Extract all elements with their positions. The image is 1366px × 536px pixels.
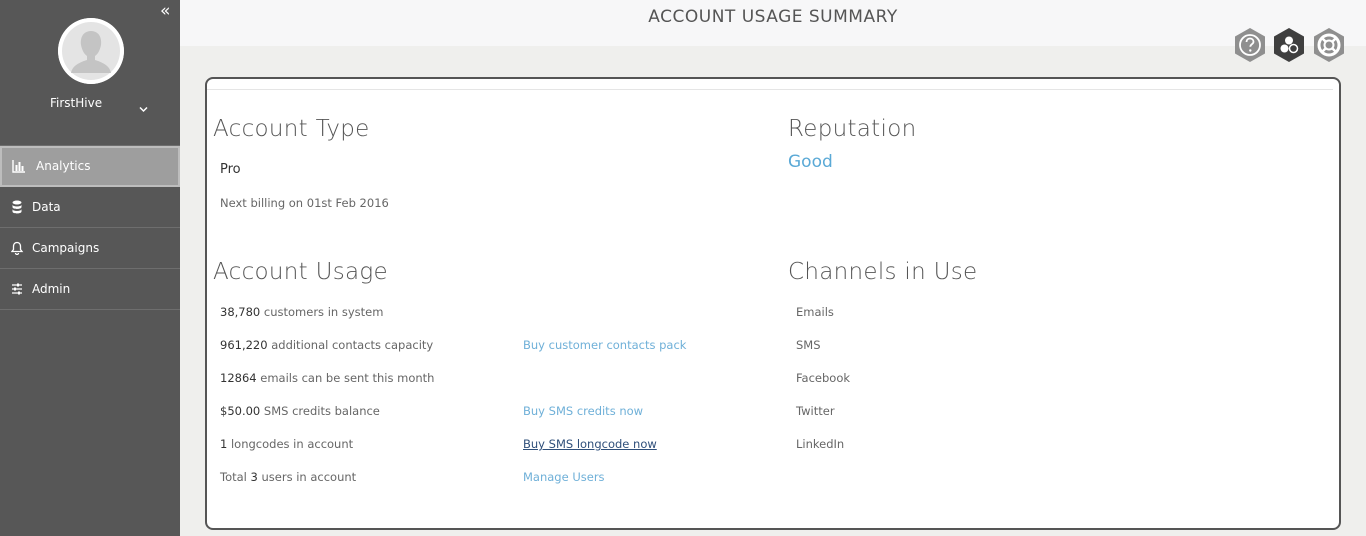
support-icon[interactable]	[1312, 27, 1346, 63]
channel-item: Twitter	[796, 404, 835, 418]
collapse-sidebar-icon[interactable]: «	[160, 2, 171, 20]
divider	[207, 89, 1333, 90]
channel-item: Facebook	[796, 371, 851, 385]
sidebar: « FirstHive Analytics Data Campaigns Adm…	[0, 0, 180, 536]
usage-contacts-capacity: 961,220 additional contacts capacity	[220, 338, 433, 352]
usage-sms-credits: $50.00 SMS credits balance	[220, 404, 380, 418]
next-billing-text: Next billing on 01st Feb 2016	[220, 196, 389, 210]
usage-label: longcodes in account	[227, 437, 354, 451]
channel-item: LinkedIn	[796, 437, 845, 451]
bar-chart-icon	[12, 159, 26, 173]
usage-value: 12864	[220, 371, 257, 385]
account-usage-title: Account Usage	[213, 259, 388, 285]
sidebar-item-analytics[interactable]: Analytics	[0, 146, 180, 187]
usage-prefix: Total	[220, 470, 251, 484]
reputation-title: Reputation	[788, 116, 917, 142]
database-icon	[11, 200, 25, 214]
avatar[interactable]	[58, 18, 124, 84]
bell-icon	[10, 241, 25, 256]
usage-emails: 12864 emails can be sent this month	[220, 371, 434, 385]
sidebar-item-campaigns[interactable]: Campaigns	[0, 228, 180, 269]
sidebar-item-label: Analytics	[36, 159, 91, 173]
page-title: ACCOUNT USAGE SUMMARY	[648, 7, 898, 27]
channels-title: Channels in Use	[788, 259, 978, 285]
reputation-value: Good	[788, 152, 833, 172]
sidebar-item-label: Campaigns	[32, 241, 100, 255]
chevron-down-icon[interactable]	[139, 98, 148, 117]
sidebar-item-data[interactable]: Data	[0, 187, 180, 228]
usage-label: emails can be sent this month	[256, 371, 435, 385]
manage-users-link[interactable]: Manage Users	[523, 470, 605, 484]
usage-users: Total 3 users in account	[220, 470, 356, 484]
usage-customers: 38,780 customers in system	[220, 305, 383, 319]
usage-label: additional contacts capacity	[267, 338, 434, 352]
channel-item: SMS	[796, 338, 821, 352]
help-icon[interactable]	[1233, 27, 1267, 63]
channel-item: Emails	[796, 305, 834, 319]
page-header: ACCOUNT USAGE SUMMARY	[180, 0, 1366, 46]
usage-label: users in account	[257, 470, 357, 484]
sidebar-item-admin[interactable]: Admin	[0, 269, 180, 310]
usage-longcodes: 1 longcodes in account	[220, 437, 353, 451]
user-name: FirstHive	[50, 96, 103, 110]
buy-sms-credits-link[interactable]: Buy SMS credits now	[523, 404, 643, 418]
usage-label: SMS credits balance	[260, 404, 380, 418]
sliders-icon	[11, 282, 25, 296]
usage-label: customers in system	[260, 305, 384, 319]
summary-panel: Account Type Pro Next billing on 01st Fe…	[205, 77, 1341, 530]
usage-value: 961,220	[220, 338, 268, 352]
buy-contacts-pack-link[interactable]: Buy customer contacts pack	[523, 338, 686, 352]
buy-sms-longcode-link[interactable]: Buy SMS longcode now	[523, 437, 657, 451]
usage-value: 3	[250, 470, 258, 484]
plan-value: Pro	[220, 162, 241, 177]
sidebar-nav: Analytics Data Campaigns Admin	[0, 145, 180, 310]
account-type-title: Account Type	[213, 116, 370, 142]
apps-icon[interactable]	[1272, 27, 1306, 63]
usage-value: $50.00	[220, 404, 261, 418]
sidebar-item-label: Admin	[32, 282, 71, 296]
user-menu[interactable]: FirstHive	[0, 95, 180, 113]
usage-value: 38,780	[220, 305, 261, 319]
sidebar-item-label: Data	[32, 200, 61, 214]
